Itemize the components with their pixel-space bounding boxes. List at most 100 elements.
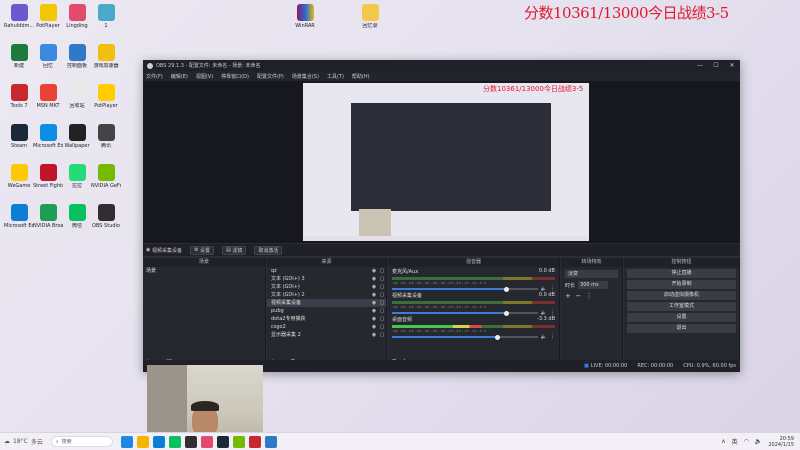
desktop-icon[interactable]: Street Fighter 6	[33, 164, 63, 189]
desktop-icon[interactable]: PotPlayer	[33, 4, 63, 29]
volume-slider[interactable]	[392, 310, 538, 316]
lock-icon[interactable]: ▢	[378, 299, 386, 307]
transition-select[interactable]: 淡变	[565, 270, 618, 278]
desktop-folder[interactable]: 回忆录	[355, 4, 385, 29]
obs-titlebar[interactable]: OBS 29.1.3 - 配置文件: 未命名 - 场景: 未命名 — ☐ ✕	[143, 60, 740, 71]
source-item[interactable]: qz ◉ ▢	[267, 267, 386, 275]
volume-slider-knob[interactable]	[494, 334, 500, 340]
maximize-button[interactable]: ☐	[708, 62, 724, 69]
clock[interactable]: 20:59 2024/1/15	[768, 436, 794, 448]
desktop-icon[interactable]: Tools 7	[4, 84, 34, 109]
app-icon[interactable]	[200, 435, 213, 448]
desktop-icon[interactable]: 微信	[62, 204, 92, 229]
start-recording-button[interactable]: 开始录制	[627, 280, 736, 289]
source-item[interactable]: 视频采集设备 ◉ ▢	[267, 299, 386, 307]
volume-slider-knob[interactable]	[503, 286, 509, 292]
ime-indicator[interactable]: 英	[732, 437, 738, 446]
lock-icon[interactable]: ▢	[378, 315, 386, 323]
weather-widget[interactable]: ☁ 18°C 多云	[4, 437, 43, 446]
visibility-eye-icon[interactable]: ◉	[370, 307, 378, 315]
scene-item[interactable]: 场景	[143, 267, 265, 275]
nvidia-icon[interactable]	[232, 435, 245, 448]
obs-window[interactable]: OBS 29.1.3 - 配置文件: 未命名 - 场景: 未命名 — ☐ ✕ 文…	[143, 60, 740, 372]
wifi-icon[interactable]: ◠	[744, 438, 749, 445]
minimize-button[interactable]: —	[692, 62, 708, 69]
desktop-icon[interactable]: 1	[91, 4, 121, 29]
desktop-icon[interactable]: NVIDIA Broadcast	[33, 204, 63, 229]
desktop-icon[interactable]: 回忆	[33, 44, 63, 69]
menu-profile[interactable]: 配置文件(P)	[257, 73, 284, 80]
windows-start-icon[interactable]	[120, 435, 133, 448]
volume-slider[interactable]	[392, 334, 538, 340]
volume-slider-knob[interactable]	[503, 310, 509, 316]
menu-scene-collection[interactable]: 场景集合(S)	[292, 73, 319, 80]
desktop-icon[interactable]: OBS Studio	[91, 204, 121, 229]
menu-file[interactable]: 文件(F)	[146, 73, 163, 80]
steam-icon[interactable]	[216, 435, 229, 448]
source-item[interactable]: 文本 (GDI+) 2 ◉ ▢	[267, 291, 386, 299]
source-item[interactable]: csgo2 ◉ ▢	[267, 323, 386, 331]
menu-view[interactable]: 视图(V)	[196, 73, 213, 80]
visibility-eye-icon[interactable]: ◉	[370, 267, 378, 275]
lock-icon[interactable]: ▢	[378, 291, 386, 299]
desktop-icon[interactable]: WeGame	[4, 164, 34, 189]
desktop-icon[interactable]: 新建	[4, 44, 34, 69]
remove-transition-button[interactable]: −	[573, 292, 583, 300]
preview-canvas[interactable]: 分数10361/13000今日战绩3-5	[303, 83, 589, 241]
visibility-eye-icon[interactable]: ◉	[370, 291, 378, 299]
start-virtual-camera-button[interactable]: 启动虚拟摄像机	[627, 291, 736, 300]
deactivate-button[interactable]: 取消激活	[254, 245, 283, 255]
source-settings-button[interactable]: ⚙ 设置	[189, 245, 215, 255]
source-item[interactable]: 文本 (GDI+) 3 ◉ ▢	[267, 275, 386, 283]
wechat-icon[interactable]	[168, 435, 181, 448]
desktop-icon[interactable]: Rahulddm...	[4, 4, 34, 29]
duration-input[interactable]: 300 ms	[578, 281, 609, 289]
desktop-icon[interactable]: 腾讯	[91, 124, 121, 149]
desktop-icon[interactable]: 游戏加速器	[91, 44, 121, 69]
desktop-icon[interactable]: 拉拉	[62, 164, 92, 189]
source-item[interactable]: 显示器采集 2 ◉ ▢	[267, 331, 386, 339]
desktop-icon[interactable]: Microsoft Edge	[33, 124, 63, 149]
desktop-icon[interactable]: Microsoft Edge	[4, 204, 34, 229]
channel-menu-icon[interactable]: ⋮	[550, 334, 555, 340]
visibility-eye-icon[interactable]: ◉	[370, 299, 378, 307]
visibility-eye-icon[interactable]: ◉	[370, 315, 378, 323]
chevron-up-icon[interactable]: ∧	[721, 438, 725, 445]
lock-icon[interactable]: ▢	[378, 267, 386, 275]
volume-icon[interactable]: 🔈	[755, 438, 762, 445]
visibility-eye-icon[interactable]: ◉	[370, 283, 378, 291]
transition-menu-button[interactable]: ⋮	[586, 292, 593, 300]
desktop-icon[interactable]: Lingding	[62, 4, 92, 29]
lock-icon[interactable]: ▢	[378, 283, 386, 291]
desktop-icon[interactable]: Wallpaper	[62, 124, 92, 149]
lock-icon[interactable]: ▢	[378, 307, 386, 315]
volume-slider[interactable]	[392, 286, 538, 292]
app-icon[interactable]	[248, 435, 261, 448]
menu-tools[interactable]: 工具(T)	[327, 73, 344, 80]
edge-icon[interactable]	[152, 435, 165, 448]
studio-mode-button[interactable]: 工作室模式	[627, 302, 736, 311]
obs-icon[interactable]	[184, 435, 197, 448]
desktop-icon[interactable]: PotPlayer	[91, 84, 121, 109]
visibility-eye-icon[interactable]: ◉	[370, 323, 378, 331]
desktop-folder[interactable]: WinRAR	[290, 4, 320, 29]
visibility-eye-icon[interactable]: ◉	[370, 331, 378, 339]
desktop-icon[interactable]: MSN MKT	[33, 84, 63, 109]
menu-docks[interactable]: 停靠窗口(D)	[221, 73, 249, 80]
add-transition-button[interactable]: +	[565, 292, 571, 300]
lock-icon[interactable]: ▢	[378, 275, 386, 283]
source-filters-button[interactable]: ▤ 滤镜	[222, 245, 247, 255]
visibility-eye-icon[interactable]: ◉	[370, 275, 378, 283]
settings-button[interactable]: 设置	[627, 313, 736, 322]
source-item[interactable]: 文本 (GDI+) ◉ ▢	[267, 283, 386, 291]
app-icon[interactable]	[264, 435, 277, 448]
desktop-icon[interactable]: NVIDIA GeForce	[91, 164, 121, 189]
menu-help[interactable]: 帮助(H)	[352, 73, 370, 80]
lock-icon[interactable]: ▢	[378, 331, 386, 339]
taskbar-search[interactable]: ⌕ 搜索	[50, 436, 113, 447]
stop-streaming-button[interactable]: 停止直播	[627, 269, 736, 278]
desktop-icon[interactable]: 回收站	[62, 84, 92, 109]
source-item[interactable]: pubg ◉ ▢	[267, 307, 386, 315]
exit-button[interactable]: 退出	[627, 324, 736, 333]
menu-edit[interactable]: 编辑(E)	[171, 73, 188, 80]
